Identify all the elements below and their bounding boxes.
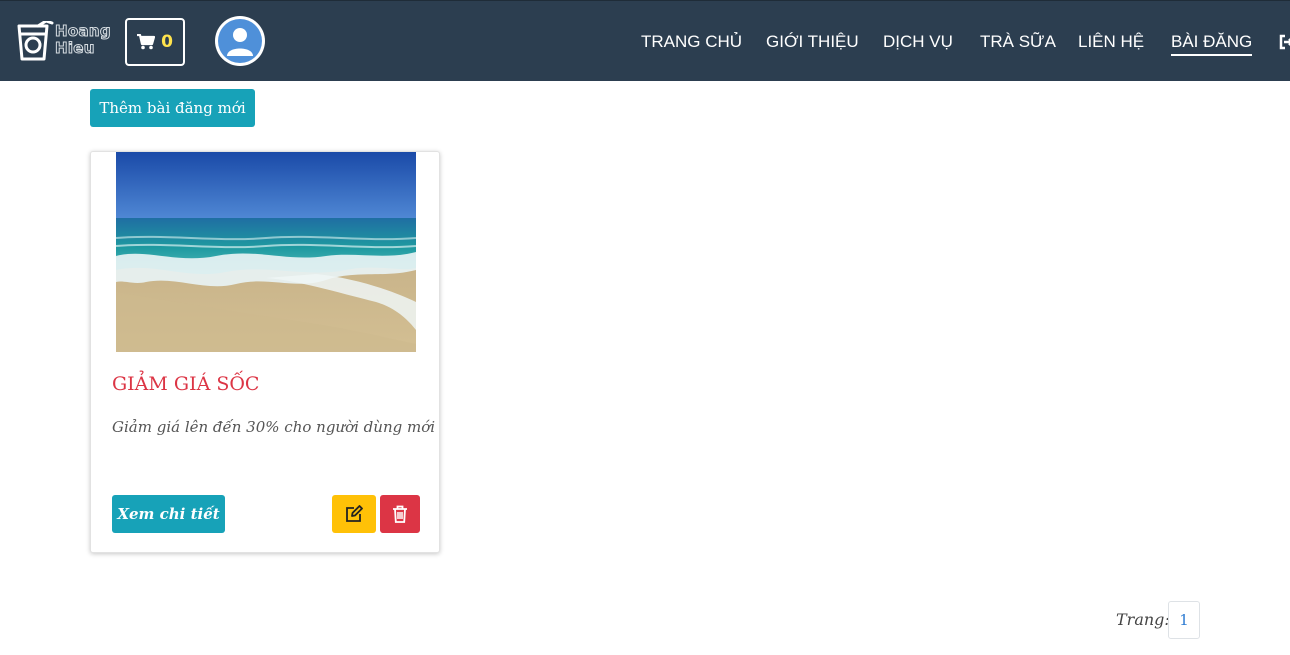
post-image: [116, 152, 416, 352]
pagination-label: Trang:: [1116, 610, 1170, 629]
main-nav: TRANG CHỦ GIỚI THIỆU DỊCH VỤ TRÀ SỮA LIÊ…: [0, 1, 1290, 82]
nav-item-trang-chu[interactable]: TRANG CHỦ: [641, 31, 742, 53]
sign-out-icon[interactable]: [1279, 34, 1290, 50]
trash-icon: [393, 505, 407, 523]
post-title[interactable]: GIẢM GIÁ SỐC: [112, 373, 259, 395]
nav-item-dich-vu[interactable]: DỊCH VỤ: [883, 31, 953, 53]
nav-item-tra-sua[interactable]: TRÀ SỮA: [980, 31, 1056, 53]
page-link-1[interactable]: 1: [1168, 601, 1200, 639]
post-description: Giảm giá lên đến 30% cho người dùng mới: [112, 418, 436, 436]
edit-post-button[interactable]: [332, 495, 376, 533]
nav-item-lien-he[interactable]: LIÊN HỆ: [1078, 31, 1144, 53]
edit-icon: [346, 505, 363, 522]
view-detail-button[interactable]: Xem chi tiết: [112, 495, 225, 533]
nav-item-gioi-thieu[interactable]: GIỚI THIỆU: [766, 31, 859, 53]
add-post-button[interactable]: Thêm bài đăng mới: [90, 89, 255, 127]
nav-item-bai-dang[interactable]: BÀI ĐĂNG: [1171, 31, 1253, 56]
delete-post-button[interactable]: [380, 495, 420, 533]
post-card: GIẢM GIÁ SỐC Giảm giá lên đến 30% cho ng…: [90, 151, 440, 553]
navbar: Hoang Hieu 0 TRANG CHỦ GIỚI THIỆU DỊCH V…: [0, 0, 1290, 81]
